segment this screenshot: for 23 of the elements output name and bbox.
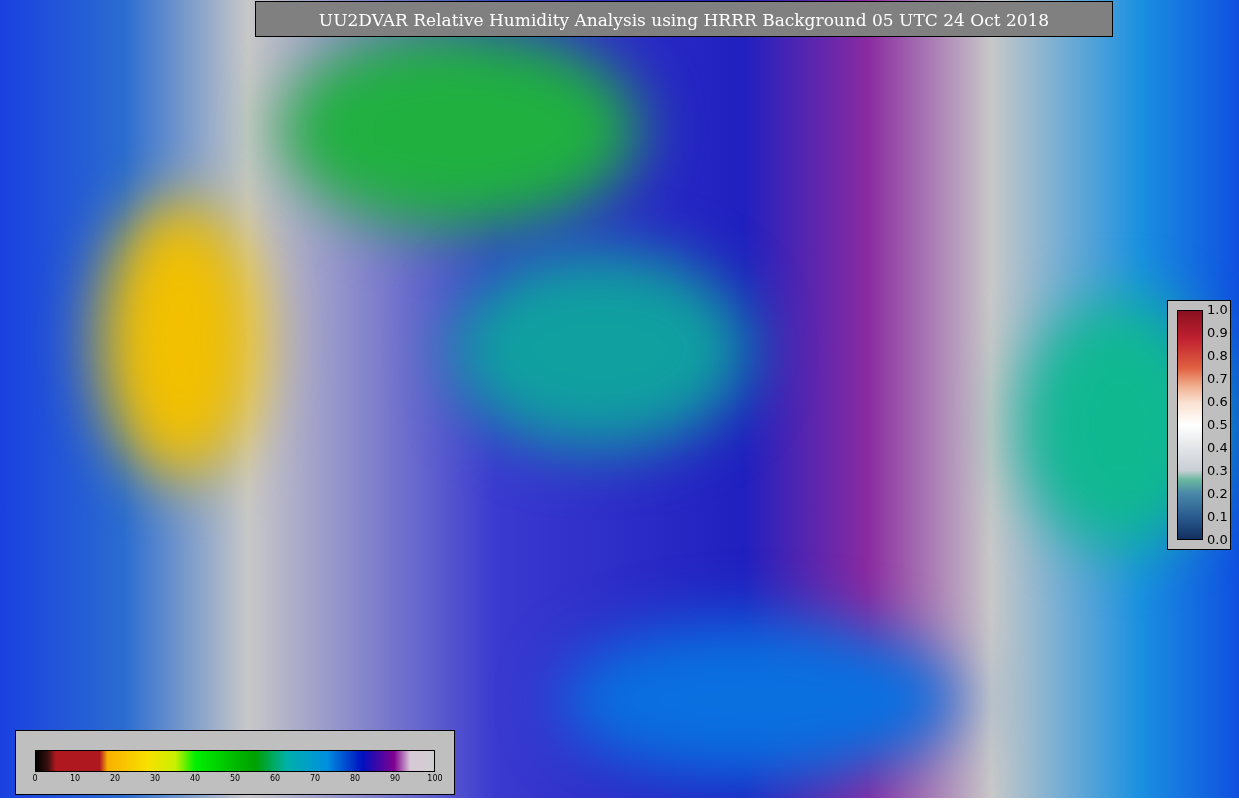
tick-label: 100: [426, 774, 444, 783]
tick-label: 40: [188, 774, 202, 783]
tick-label: 0.0: [1207, 532, 1228, 548]
tick-label: 1.0: [1207, 302, 1228, 318]
tick-label: 0.9: [1207, 325, 1228, 341]
chart-title: UU2DVAR Relative Humidity Analysis using HRRR Background 05 UTC 24 Oct 2018: [255, 1, 1113, 37]
tick-label: 10: [68, 774, 82, 783]
tick-label: 70: [308, 774, 322, 783]
tick-label: 0.5: [1207, 417, 1228, 433]
tick-label: 90: [388, 774, 402, 783]
tick-label: 0.8: [1207, 348, 1228, 364]
tick-label: 50: [228, 774, 242, 783]
tick-label: 20: [108, 774, 122, 783]
tick-label: 80: [348, 774, 362, 783]
tick-label: 0.4: [1207, 440, 1228, 456]
tick-label: 0.2: [1207, 486, 1228, 502]
tick-label: 0.6: [1207, 394, 1228, 410]
tick-label: 0.1: [1207, 509, 1228, 525]
tick-label: 60: [268, 774, 282, 783]
tick-label: 0: [31, 774, 39, 783]
tick-label: 0.3: [1207, 463, 1228, 479]
tick-label: 0.7: [1207, 371, 1228, 387]
tick-label: 30: [148, 774, 162, 783]
